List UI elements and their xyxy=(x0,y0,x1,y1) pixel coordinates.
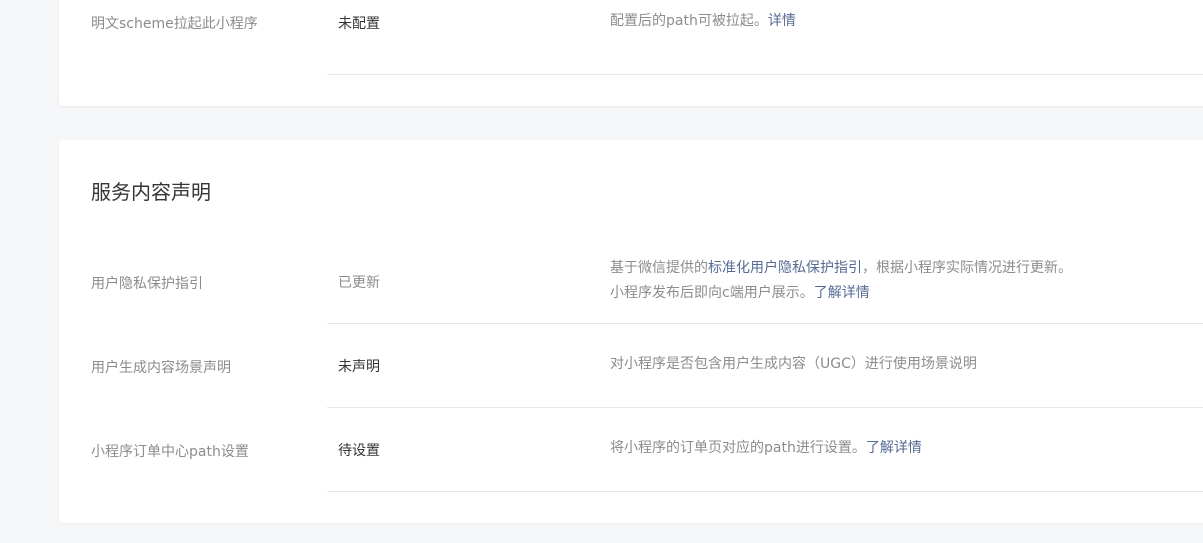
privacy-guide-row: 用户隐私保护指引 已更新 基于微信提供的标准化用户隐私保护指引，根据小程序实际情… xyxy=(59,240,1203,324)
order-path-learn-more-link[interactable]: 了解详情 xyxy=(866,440,922,456)
privacy-guide-description: 基于微信提供的标准化用户隐私保护指引，根据小程序实际情况进行更新。 小程序发布后… xyxy=(610,256,1072,306)
ugc-declaration-row: 用户生成内容场景声明 未声明 对小程序是否包含用户生成内容（UGC）进行使用场景… xyxy=(59,324,1203,408)
standard-privacy-guide-link[interactable]: 标准化用户隐私保护指引 xyxy=(708,260,862,276)
privacy-desc-line2-text: 小程序发布后即向c端用户展示。 xyxy=(610,285,814,301)
ugc-declaration-description: 对小程序是否包含用户生成内容（UGC）进行使用场景说明 xyxy=(610,356,977,372)
order-center-path-description: 将小程序的订单页对应的path进行设置。了解详情 xyxy=(610,436,922,461)
scheme-row: 明文scheme拉起此小程序 未配置 配置后的path可被拉起。详情 xyxy=(59,0,1203,75)
section-title: 服务内容声明 xyxy=(91,180,211,204)
order-path-desc-text: 将小程序的订单页对应的path进行设置。 xyxy=(610,440,866,456)
privacy-guide-status: 已更新 xyxy=(338,275,380,291)
scheme-details-link[interactable]: 详情 xyxy=(768,13,796,29)
privacy-desc-prefix: 基于微信提供的 xyxy=(610,260,708,276)
scheme-desc-text: 配置后的path可被拉起。 xyxy=(610,13,768,29)
order-center-path-status: 待设置 xyxy=(338,443,380,459)
privacy-desc-line2: 小程序发布后即向c端用户展示。了解详情 xyxy=(610,281,1072,306)
ugc-declaration-label: 用户生成内容场景声明 xyxy=(91,360,231,376)
scheme-description: 配置后的path可被拉起。详情 xyxy=(610,9,796,34)
order-center-path-label: 小程序订单中心path设置 xyxy=(91,444,249,460)
privacy-guide-label: 用户隐私保护指引 xyxy=(91,276,203,292)
row-divider xyxy=(327,491,1203,492)
scheme-label: 明文scheme拉起此小程序 xyxy=(91,16,258,32)
service-declaration-card: 服务内容声明 用户隐私保护指引 已更新 基于微信提供的标准化用户隐私保护指引，根… xyxy=(59,140,1203,523)
privacy-desc-suffix: ，根据小程序实际情况进行更新。 xyxy=(862,260,1072,276)
privacy-learn-more-link[interactable]: 了解详情 xyxy=(814,285,870,301)
ugc-declaration-status: 未声明 xyxy=(338,359,380,375)
scheme-status: 未配置 xyxy=(338,16,380,32)
order-center-path-row: 小程序订单中心path设置 待设置 将小程序的订单页对应的path进行设置。了解… xyxy=(59,408,1203,492)
scheme-settings-card: 明文scheme拉起此小程序 未配置 配置后的path可被拉起。详情 xyxy=(59,0,1203,106)
privacy-desc-line1: 基于微信提供的标准化用户隐私保护指引，根据小程序实际情况进行更新。 xyxy=(610,256,1072,281)
row-divider xyxy=(327,74,1203,75)
